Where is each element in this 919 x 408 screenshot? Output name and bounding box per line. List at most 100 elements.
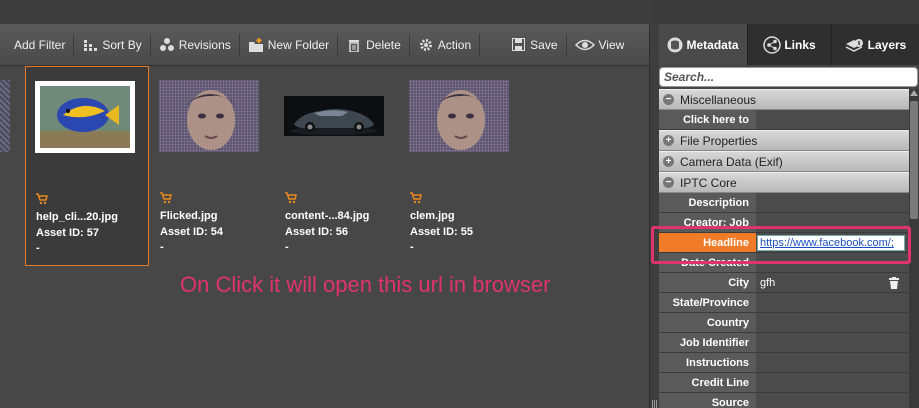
revisions-button[interactable]: Revisions (159, 24, 231, 66)
asset-id: Asset ID: 57 (36, 227, 99, 239)
metadata-row: Source (659, 393, 909, 408)
asset-grid: help_cli...20.jpg Asset ID: 57 - Flicked… (0, 66, 649, 408)
field-value[interactable] (756, 293, 909, 312)
asset-thumbnail (35, 81, 135, 153)
field-label: Headline (659, 233, 756, 252)
tab-links[interactable]: Links (747, 24, 831, 65)
asset-extra: - (36, 242, 40, 254)
cart-icon[interactable] (160, 191, 172, 204)
field-value[interactable] (756, 353, 909, 372)
tab-links-label: Links (784, 37, 816, 52)
field-label: Instructions (659, 353, 756, 372)
panel-tabs: Metadata Links Layers (659, 24, 919, 65)
field-value[interactable] (756, 253, 909, 272)
asset-tile[interactable]: clem.jpg Asset ID: 55 - (400, 66, 524, 266)
metadata-row: Job Identifier (659, 333, 909, 353)
cart-icon[interactable] (285, 191, 297, 204)
eye-icon (574, 37, 595, 53)
view-button[interactable]: View (574, 24, 624, 66)
revisions-label: Revisions (178, 37, 231, 52)
section-label: Camera Data (Exif) (680, 154, 783, 169)
section-camera-data[interactable]: + Camera Data (Exif) (659, 151, 909, 172)
splitter-grip[interactable] (652, 400, 657, 408)
save-button[interactable]: Save (510, 24, 558, 66)
expand-icon[interactable]: + (663, 156, 674, 167)
section-miscellaneous[interactable]: − Miscellaneous (659, 89, 909, 110)
search-input[interactable] (664, 70, 884, 84)
collapse-icon[interactable]: − (663, 177, 674, 188)
new-folder-button[interactable]: New Folder (248, 24, 329, 66)
app-window: Add Filter Sort By Revisions New Folder (0, 0, 919, 408)
add-filter-label: Add Filter (14, 37, 66, 52)
tab-layers-label: Layers (867, 37, 907, 52)
field-value[interactable] (756, 193, 909, 212)
field-label: Creator: Job (659, 213, 756, 232)
field-value[interactable] (756, 213, 909, 232)
asset-name: help_cli...20.jpg (36, 211, 118, 223)
action-label: Action (437, 37, 472, 52)
cart-icon[interactable] (410, 191, 422, 204)
scrollbar-thumb[interactable] (910, 101, 918, 219)
revisions-icon (159, 37, 175, 53)
section-label: IPTC Core (680, 175, 737, 190)
asset-extra: - (160, 241, 164, 253)
asset-name: clem.jpg (410, 210, 455, 222)
metadata-row: City gfh (659, 273, 909, 293)
filter-icon (0, 37, 10, 53)
section-label: Miscellaneous (680, 92, 757, 107)
asset-tile[interactable]: Flicked.jpg Asset ID: 54 - (150, 66, 274, 266)
field-value[interactable] (756, 313, 909, 332)
field-value[interactable] (756, 393, 909, 408)
asset-extra: - (410, 241, 414, 253)
asset-id: Asset ID: 55 (410, 226, 473, 238)
metadata-panel: Metadata Links Layers − Miscellaneous (659, 24, 919, 408)
metadata-row: Description (659, 193, 909, 213)
add-filter-button[interactable]: Add Filter (0, 24, 65, 66)
section-file-properties[interactable]: + File Properties (659, 130, 909, 151)
save-icon (510, 37, 526, 53)
panel-splitter[interactable] (649, 24, 659, 408)
field-label: Click here to (659, 110, 756, 129)
field-label: State/Province (659, 293, 756, 312)
metadata-row: Instructions (659, 353, 909, 373)
expand-icon[interactable]: + (663, 135, 674, 146)
metadata-search (659, 67, 918, 87)
database-icon (667, 37, 683, 53)
delete-label: Delete (366, 37, 401, 52)
field-label: Country (659, 313, 756, 332)
tab-layers[interactable]: Layers (831, 24, 919, 65)
asset-thumbnail (159, 80, 259, 152)
toolbar: Add Filter Sort By Revisions New Folder (0, 24, 649, 66)
gear-icon (418, 37, 434, 53)
sort-by-label: Sort By (102, 37, 142, 52)
field-label: Date Created (659, 253, 756, 272)
field-value[interactable] (756, 333, 909, 352)
collapse-icon[interactable]: − (663, 94, 674, 105)
share-icon (763, 35, 782, 54)
sort-by-button[interactable]: Sort By (82, 24, 142, 66)
metadata-row: Click here to (659, 110, 909, 130)
tab-metadata[interactable]: Metadata (659, 24, 747, 65)
asset-name: Flicked.jpg (160, 210, 218, 222)
field-value[interactable] (756, 373, 909, 392)
metadata-row: State/Province (659, 293, 909, 313)
delete-button[interactable]: Delete (346, 24, 401, 66)
asset-thumbnail (284, 96, 384, 136)
cart-icon[interactable] (36, 192, 48, 205)
metadata-scrollbar[interactable] (909, 89, 919, 408)
headline-url-link[interactable]: https://www.facebook.com/; (757, 235, 905, 251)
field-value[interactable] (756, 110, 909, 129)
scroll-up-icon[interactable] (910, 90, 918, 96)
field-value[interactable]: gfh (756, 273, 909, 292)
metadata-row: Date Created (659, 253, 909, 273)
action-button[interactable]: Action (418, 24, 471, 66)
annotation-text: On Click it will open this url in browse… (180, 272, 551, 297)
asset-tile[interactable]: help_cli...20.jpg Asset ID: 57 - (25, 66, 149, 266)
city-value: gfh (760, 277, 776, 289)
section-iptc-core[interactable]: − IPTC Core (659, 172, 909, 193)
asset-tile[interactable]: content-...84.jpg Asset ID: 56 - (275, 66, 399, 266)
top-strip (0, 0, 919, 24)
metadata-list: − Miscellaneous Click here to + File Pro… (659, 89, 909, 408)
partial-asset-thumbnail[interactable] (0, 80, 10, 152)
trash-icon[interactable] (889, 276, 899, 292)
